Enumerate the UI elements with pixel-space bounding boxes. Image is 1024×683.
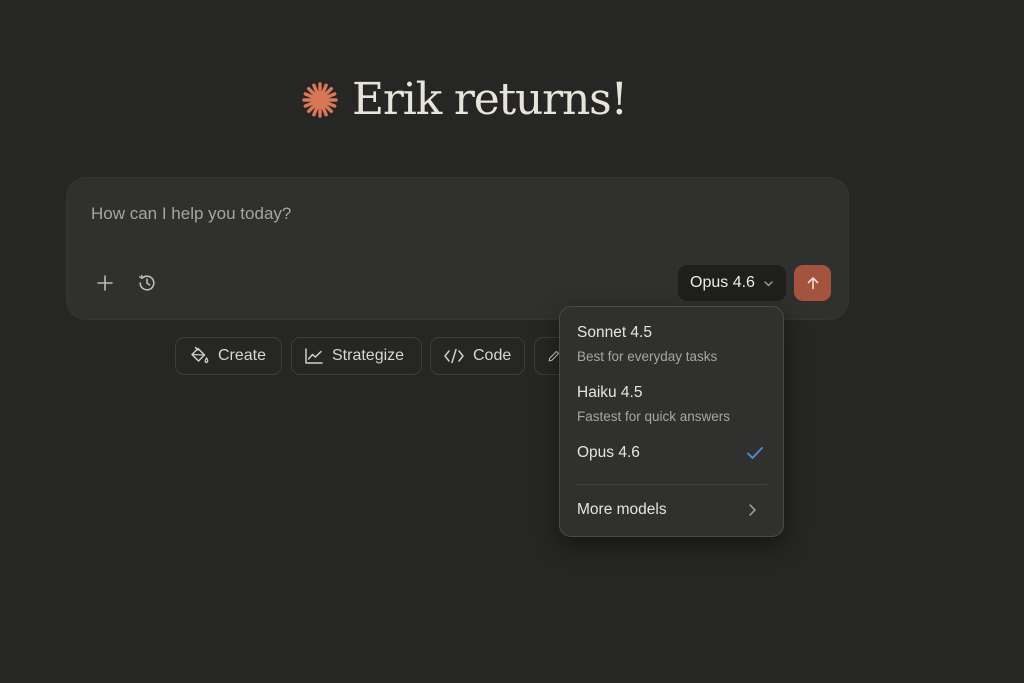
clock-history-icon <box>138 274 155 291</box>
more-models-label: More models <box>577 501 667 518</box>
plus-icon <box>97 275 113 291</box>
model-selector-label: Opus 4.6 <box>690 274 755 291</box>
chip-label: Create <box>218 347 267 364</box>
chip-strategize[interactable]: Strategize <box>291 337 422 375</box>
model-option-opus[interactable]: Opus 4.6 <box>560 437 783 469</box>
line-chart-icon <box>305 348 323 364</box>
model-menu: Sonnet 4.5 Best for everyday tasks Haiku… <box>559 306 784 537</box>
model-option-haiku[interactable]: Haiku 4.5 Fastest for quick answers <box>560 375 783 431</box>
code-brackets-icon <box>444 348 464 364</box>
model-option-description: Best for everyday tasks <box>577 349 718 364</box>
add-attachment-button[interactable] <box>89 267 121 299</box>
model-option-name: Opus 4.6 <box>577 444 640 461</box>
recent-chats-button[interactable] <box>131 267 163 299</box>
model-option-name: Sonnet 4.5 <box>577 324 652 341</box>
chat-composer: Opus 4.6 <box>66 177 849 320</box>
model-option-sonnet[interactable]: Sonnet 4.5 Best for everyday tasks <box>560 315 783 371</box>
send-button[interactable] <box>794 265 831 301</box>
paint-bucket-icon <box>191 346 209 364</box>
greeting-title: Erik returns! <box>352 74 628 125</box>
arrow-up-icon <box>807 277 818 290</box>
menu-divider <box>576 484 767 485</box>
greeting: Erik returns! <box>300 74 628 125</box>
chip-code[interactable]: Code <box>430 337 525 375</box>
chip-label: Code <box>473 347 512 364</box>
chip-label: Strategize <box>332 347 405 364</box>
model-option-name: Haiku 4.5 <box>577 384 643 401</box>
model-option-description: Fastest for quick answers <box>577 409 731 424</box>
chevron-right-icon <box>749 504 756 516</box>
chevron-down-icon <box>764 280 773 286</box>
more-models-item[interactable]: More models <box>560 493 783 527</box>
claude-spark-icon <box>302 82 338 118</box>
app-root: Erik returns! Opus 4.6 <box>0 0 1024 683</box>
model-selector-button[interactable]: Opus 4.6 <box>678 265 786 301</box>
checkmark-icon <box>747 447 763 459</box>
chip-create[interactable]: Create <box>175 337 282 375</box>
message-input[interactable] <box>91 204 591 224</box>
